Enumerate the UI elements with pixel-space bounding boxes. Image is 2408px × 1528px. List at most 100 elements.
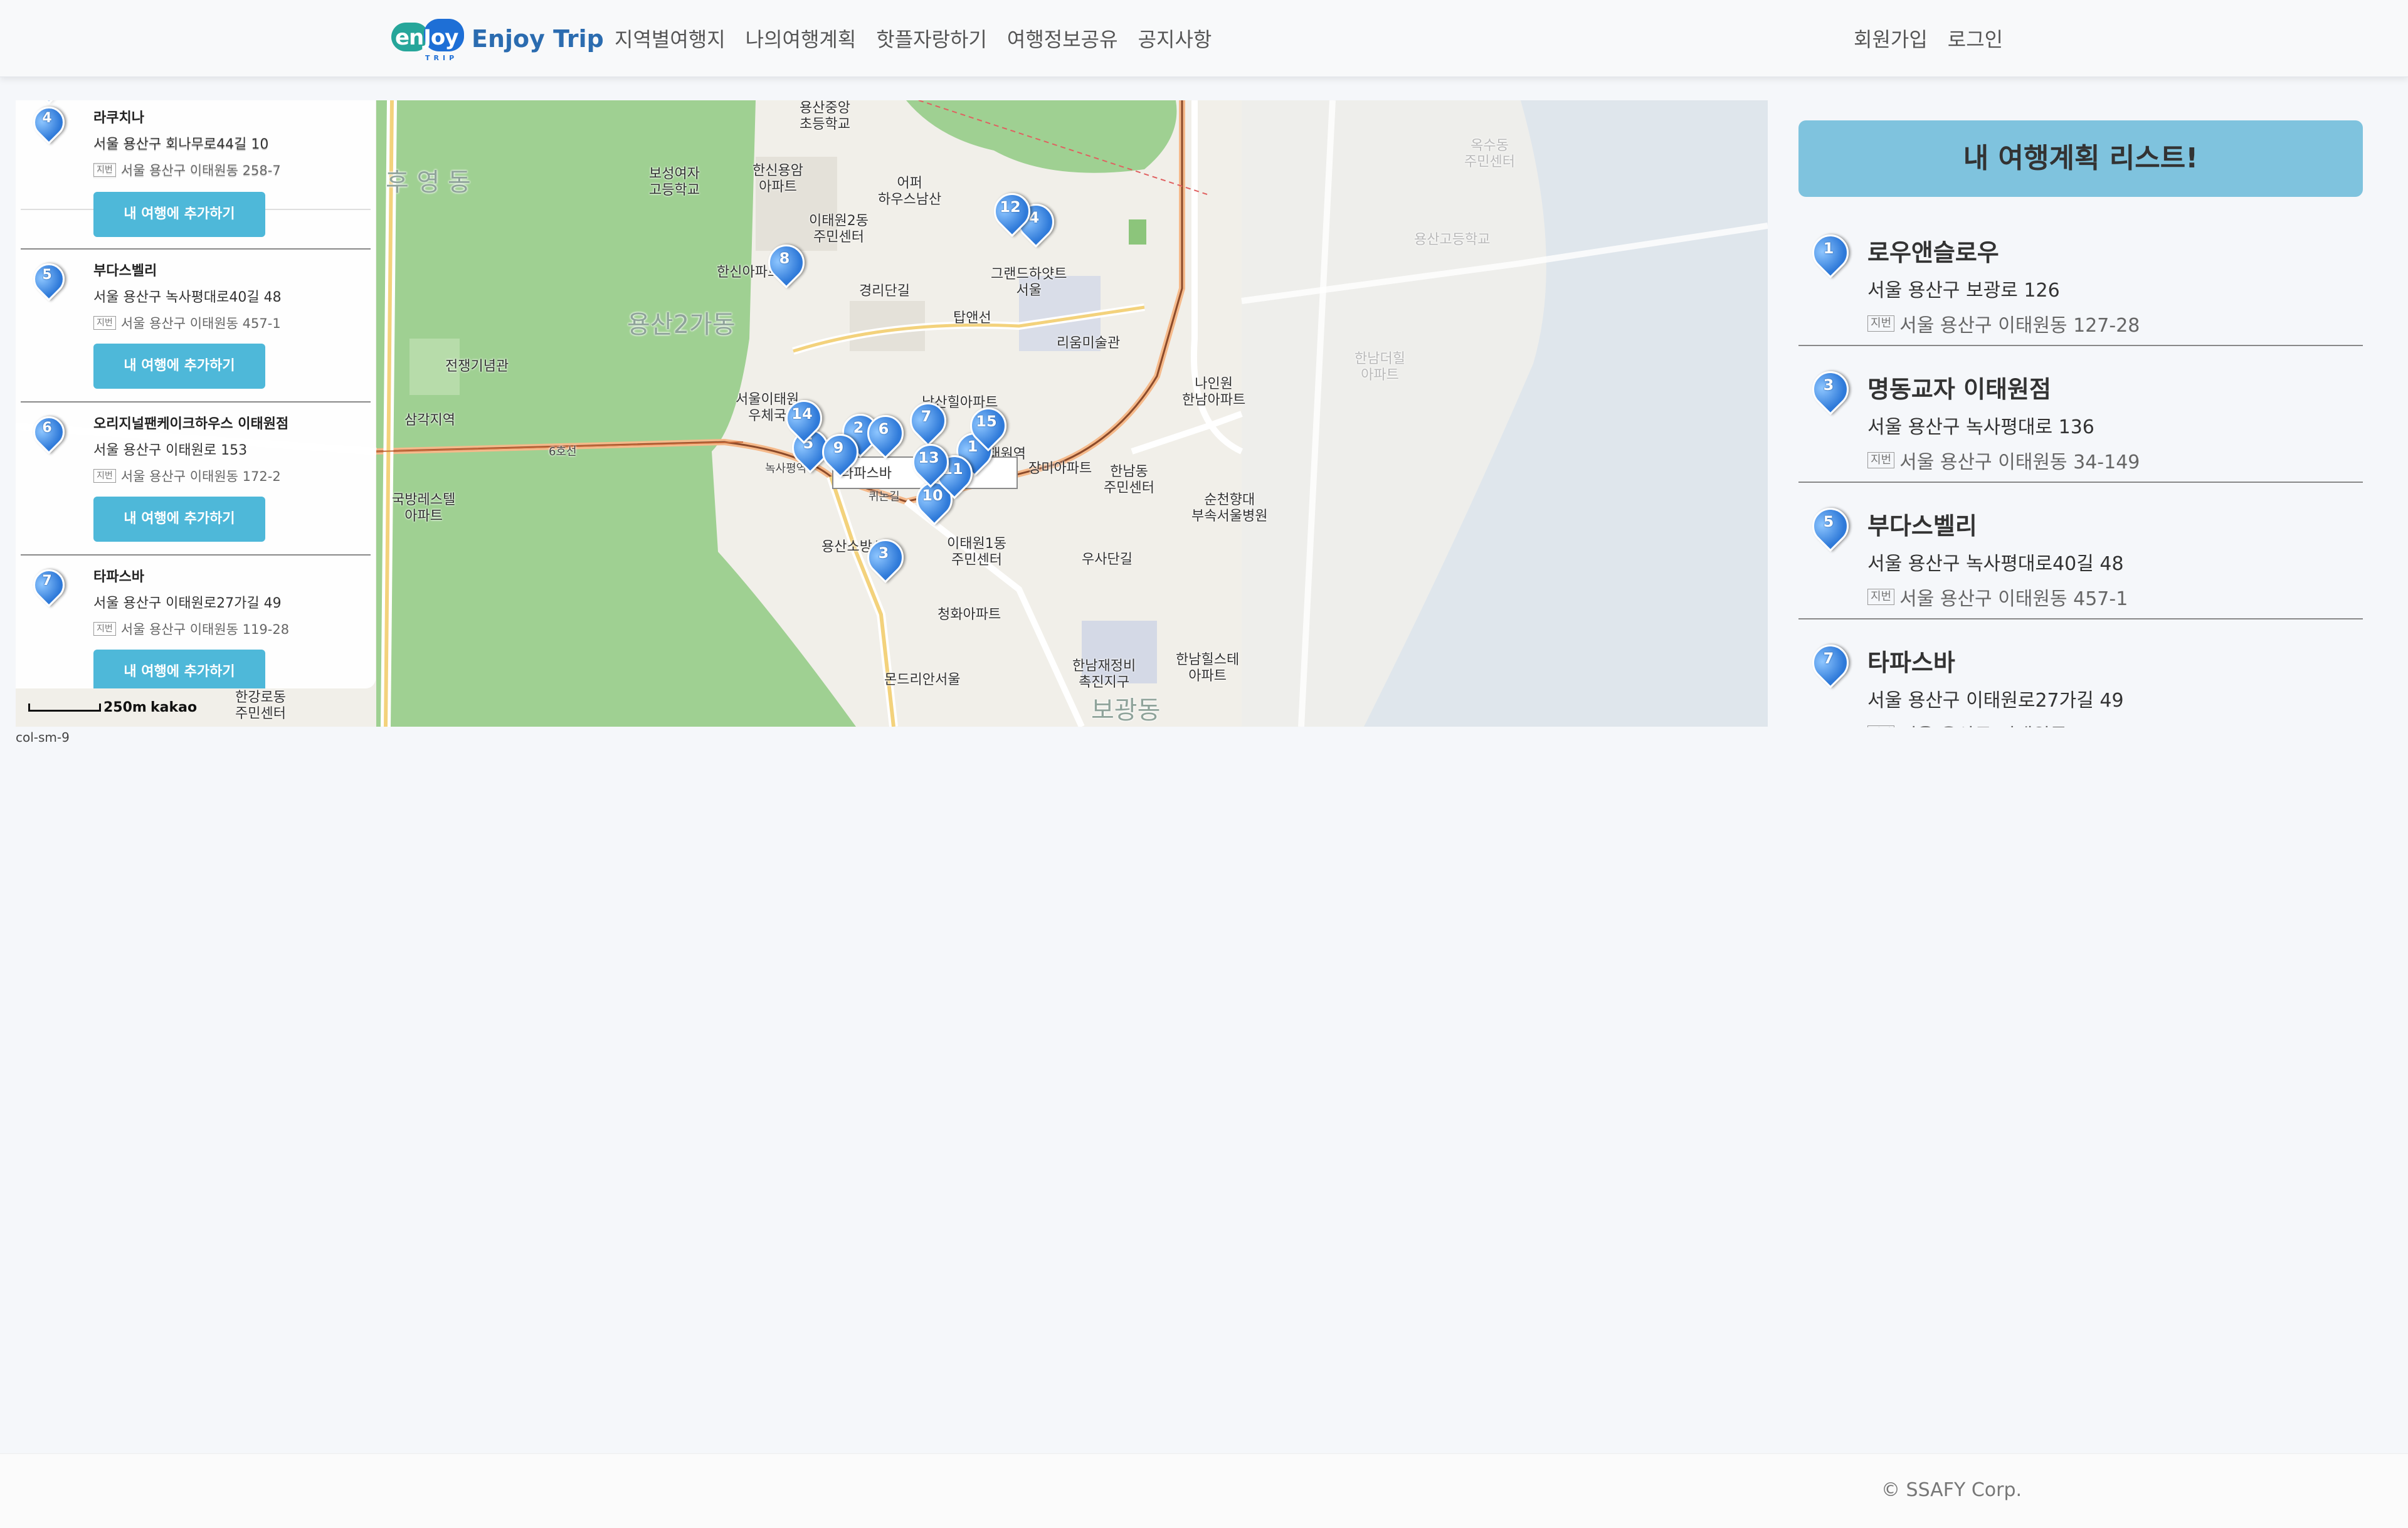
map-label-nainhill: 나인원 한남아파트 [1182, 376, 1246, 408]
plan-item-address: 서울 용산구 보광로 126 [1867, 280, 2060, 302]
map-marker-12[interactable]: 12 [986, 185, 1038, 240]
result-marker-number: 4 [42, 110, 52, 126]
result-marker-icon: 6 [26, 409, 71, 455]
brand-link[interactable]: enJoy TRIP Enjoy Trip [391, 14, 604, 64]
plan-marker-number: 3 [1823, 376, 1834, 394]
marker-number: 3 [878, 544, 889, 562]
map-marker-3[interactable]: 3 [859, 531, 912, 586]
result-title: 오리지널팬케이크하우스 이태원점 [93, 416, 289, 432]
map-label-bogwang: 보광동 [1091, 696, 1161, 725]
jibun-tag: 지번 [93, 316, 116, 330]
map-label-gukbang: 국방레스텔 아파트 [392, 492, 456, 524]
plan-item-address: 서울 용산구 이태원로27가길 49 [1867, 690, 2124, 712]
map-label-hanshin-yongsan: 한신용암 아파트 [752, 163, 803, 195]
signup-link[interactable]: 회원가입 [1854, 24, 1928, 53]
logo-text: enJoy [395, 25, 458, 50]
my-plan-header: 내 여행계획 리스트! [1798, 120, 2363, 197]
map-label-school: 보성여자 고등학교 [649, 166, 700, 198]
marker-number: 15 [976, 413, 997, 430]
map-marker-13[interactable]: 13 [904, 436, 957, 490]
map-marker-6[interactable]: 6 [859, 407, 912, 461]
map-label-line6: 6호선 [549, 445, 577, 458]
result-marker-icon: 7 [26, 562, 71, 608]
login-link[interactable]: 로그인 [1948, 24, 2003, 53]
map-result-list[interactable]: 4 라쿠치나 서울 용산구 회나무로44길 10 지번 서울 용산구 이태원동 2… [16, 100, 376, 688]
jibun-tag: 지번 [93, 469, 116, 483]
plan-item-address: 서울 용산구 녹사평대로40길 48 [1867, 553, 2124, 575]
plan-marker-icon: 7 [1804, 636, 1857, 691]
map-label-hannamhill: 한남힐스테 아파트 [1176, 652, 1240, 684]
result-marker-number: 6 [42, 420, 52, 436]
plan-marker-icon: 5 [1804, 500, 1857, 554]
add-to-trip-button[interactable]: 내 여행에 추가하기 [93, 344, 265, 389]
map-marker-9[interactable]: 9 [814, 426, 867, 480]
nav-link-hotplace[interactable]: 핫플자랑하기 [876, 24, 987, 53]
result-title: 타파스바 [93, 569, 144, 585]
map-label-huam: 후 영 동 [386, 168, 471, 197]
jibun-tag: 지번 [1867, 452, 1895, 468]
map-scale-bar [28, 703, 101, 712]
jibun-address: 서울 용산구 이태원동 127-28 [1899, 315, 2140, 337]
jibun-tag: 지번 [1867, 589, 1895, 605]
footer: © SSAFY Corp. [0, 1453, 2408, 1528]
nav-link-region-tour[interactable]: 지역별여행지 [615, 24, 726, 53]
map-label-upper-house: 어퍼 하우스남산 [878, 176, 942, 208]
map-label-yongsan-jungang: 용산중앙 초등학교 [800, 100, 850, 132]
map-label-hannam-village: 한남더힐 아파트 [1354, 351, 1405, 383]
jibun-address: 서울 용산구 이태원동 457-1 [120, 316, 281, 331]
map-label-war-memorial: 전쟁기념관 [445, 359, 509, 374]
plan-item[interactable]: 1 로우앤슬로우 서울 용산구 보광로 126 지번 서울 용산구 이태원동 12… [1798, 209, 2363, 346]
jibun-address: 서울 용산구 이태원동 258-7 [120, 163, 281, 178]
jibun-tag: 지번 [93, 622, 116, 636]
jibun-address: 서울 용산구 이태원동 457-1 [1899, 588, 2128, 610]
marker-number: 7 [921, 408, 932, 425]
map-marker-7[interactable]: 7 [902, 394, 954, 449]
search-result-item[interactable]: 7 타파스바 서울 용산구 이태원로27가길 49 지번 서울 용산구 이태원동 … [21, 557, 371, 688]
nav-link-info-share[interactable]: 여행정보공유 [1007, 24, 1118, 53]
logo: enJoy TRIP [391, 15, 465, 63]
marker-number: 12 [1000, 198, 1021, 216]
plan-item[interactable]: 5 부다스벨리 서울 용산구 녹사평대로40길 48 지번 서울 용산구 이태원동… [1798, 483, 2363, 619]
auth-nav: 회원가입 로그인 [1854, 0, 2023, 76]
map-label-cheonghwa: 청화아파트 [937, 607, 1001, 623]
result-jibun: 지번 서울 용산구 이태원동 119-28 [93, 619, 289, 638]
map-label-tapense: 탑앤선 [953, 310, 991, 326]
map-label-itaewon2: 이태원2동 주민센터 [809, 213, 869, 245]
map-marker-14[interactable]: 14 [778, 392, 830, 446]
search-result-item[interactable]: 4 라쿠치나 서울 용산구 회나무로44길 10 지번 서울 용산구 이태원동 2… [21, 100, 371, 250]
nav-link-notice[interactable]: 공지사항 [1138, 24, 1212, 53]
map-marker-8[interactable]: 8 [760, 236, 813, 291]
plan-item-address: 서울 용산구 녹사평대로 136 [1867, 416, 2094, 438]
map-label-monterian: 몬드리안서울 [884, 672, 961, 688]
plan-item[interactable]: 7 타파스바 서울 용산구 이태원로27가길 49 지번 서울 용산구 이태원동 … [1798, 619, 2363, 727]
map-provider-logo: kakao [150, 700, 198, 715]
result-marker-icon: 5 [26, 256, 71, 302]
plan-item-title: 로우앤슬로우 [1867, 239, 1999, 266]
add-to-trip-button[interactable]: 내 여행에 추가하기 [93, 192, 265, 237]
result-address: 서울 용산구 회나무로44길 10 [93, 137, 269, 152]
jibun-address: 서울 용산구 이태원동 172-2 [120, 469, 281, 484]
nav-link-my-plan[interactable]: 나의여행계획 [746, 24, 857, 53]
result-marker-icon: 4 [26, 100, 71, 145]
plan-item[interactable]: 3 명동교자 이태원점 서울 용산구 녹사평대로 136 지번 서울 용산구 이태… [1798, 346, 2363, 483]
add-to-trip-button[interactable]: 내 여행에 추가하기 [93, 497, 265, 542]
jibun-address: 서울 용산구 이태원동 119-28 [1899, 720, 2140, 727]
search-result-item[interactable]: 6 오리지널팬케이크하우스 이태원점 서울 용산구 이태원로 153 지번 서울 … [21, 404, 371, 556]
marker-number: 13 [918, 449, 939, 466]
add-to-trip-button[interactable]: 내 여행에 추가하기 [93, 650, 265, 688]
map-label-samgak: 삼각지역 [404, 413, 455, 428]
marker-number: 8 [779, 250, 790, 267]
result-title: 부다스벨리 [93, 263, 157, 279]
plan-marker-number: 1 [1823, 240, 1834, 257]
plan-item-title: 명동교자 이태원점 [1867, 376, 2051, 403]
my-plan-panel[interactable]: 내 여행계획 리스트! 1 로우앤슬로우 서울 용산구 보광로 126 지번 서울… [1798, 120, 2363, 727]
plan-marker-icon: 1 [1804, 226, 1857, 281]
result-address: 서울 용산구 이태원로27가길 49 [93, 596, 282, 611]
result-address: 서울 용산구 이태원로 153 [93, 443, 248, 458]
map-marker-15[interactable]: 15 [962, 399, 1015, 454]
map-label-leeum: 리움미술관 [1057, 335, 1121, 351]
map-label-hannamdong: 한남동 주민센터 [1104, 464, 1154, 496]
result-marker-number: 7 [42, 573, 52, 589]
search-result-item[interactable]: 5 부다스벨리 서울 용산구 녹사평대로40길 48 지번 서울 용산구 이태원동… [21, 251, 371, 403]
result-address: 서울 용산구 녹사평대로40길 48 [93, 290, 282, 305]
